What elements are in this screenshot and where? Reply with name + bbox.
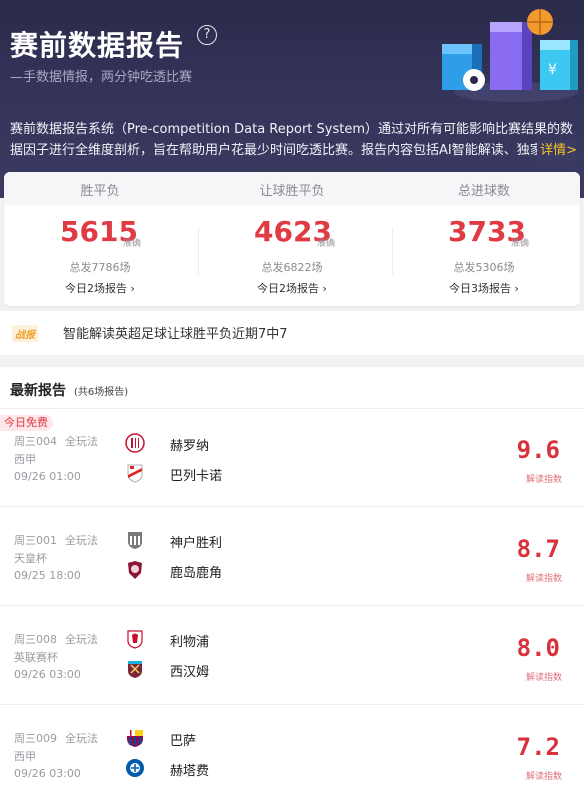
girona-crest-icon xyxy=(125,433,145,453)
details-link[interactable]: 详情> xyxy=(537,140,577,161)
system-description: 赛前数据报告系统（Pre-competition Data Report Sys… xyxy=(10,122,573,158)
team-name: 赫塔费 xyxy=(170,764,210,779)
team-name: 巴萨 xyxy=(170,734,197,749)
interpretation-score: 8.7 xyxy=(516,535,560,563)
match-league: 天皇杯 xyxy=(14,552,47,565)
svg-text:¥: ¥ xyxy=(548,62,557,78)
match-row[interactable]: 周三001 全玩法 天皇杯 09/25 18:00 神户胜利 鹿岛鹿角 8.7 … xyxy=(0,508,584,606)
stat-today-link[interactable]: 今日2场报告 › xyxy=(196,280,388,296)
match-row[interactable]: 今日免费 周三004 全玩法 西甲 09/26 01:00 赫罗纳 巴列卡诺 9… xyxy=(0,409,584,507)
interpretation-score: 7.2 xyxy=(516,733,560,761)
news-ticker[interactable]: 战报 智能解读英超足球让球胜平负近期7中7 xyxy=(0,311,584,355)
section-title: 最新报告 xyxy=(10,383,66,399)
match-time: 09/26 01:00 xyxy=(14,470,81,483)
team-name: 巴列卡诺 xyxy=(170,469,223,484)
stat-unit: 准确 xyxy=(511,239,530,249)
stats-illustration-icon: ¥ xyxy=(442,9,578,102)
match-play-type: 全玩法 xyxy=(65,534,98,547)
match-league: 西甲 xyxy=(14,453,36,466)
chevron-right-icon: › xyxy=(130,282,135,295)
team-name: 利物浦 xyxy=(170,635,210,650)
interpretation-score-label: 解读指数 xyxy=(525,772,562,782)
match-league: 英联赛杯 xyxy=(14,651,58,664)
team-name: 神户胜利 xyxy=(170,536,223,551)
stat-win-draw-lose: 胜平负 5615 准确 总发7786场 今日2场报告 › xyxy=(4,172,196,306)
stat-unit: 准确 xyxy=(317,239,336,249)
team-name: 西汉姆 xyxy=(170,665,210,680)
page-header: 赛前数据报告 ? —手数据情报，两分钟吃透比赛 ¥ 赛前数据报告系统（Pre-c… xyxy=(0,0,584,198)
match-code: 周三004 xyxy=(14,435,57,448)
help-icon[interactable]: ? xyxy=(197,25,217,45)
stat-total: 总发7786场 xyxy=(69,261,131,274)
team-name: 鹿岛鹿角 xyxy=(170,566,223,581)
match-play-type: 全玩法 xyxy=(65,732,98,745)
kashima-antlers-crest-icon xyxy=(128,561,142,579)
match-play-type: 全玩法 xyxy=(65,633,98,646)
getafe-crest-icon xyxy=(126,759,144,777)
stat-today-label: 今日2场报告 xyxy=(65,282,128,295)
news-text[interactable]: 智能解读英超足球让球胜平负近期7中7 xyxy=(63,323,288,342)
match-code: 周三009 xyxy=(14,732,57,745)
news-tag: 战报 xyxy=(12,325,38,342)
interpretation-score-label: 解读指数 xyxy=(525,475,562,485)
stat-total-goals: 总进球数 3733 准确 总发5306场 今日3场报告 › xyxy=(388,172,580,306)
free-today-badge: 今日免费 xyxy=(0,415,53,431)
accuracy-stats-card: 胜平负 5615 准确 总发7786场 今日2场报告 › 让球胜平负 4623 … xyxy=(4,172,580,306)
match-row[interactable]: 周三009 全玩法 西甲 09/26 03:00 巴萨 赫塔费 7.2 解读指数 xyxy=(0,706,584,797)
match-code: 周三008 xyxy=(14,633,57,646)
latest-reports-section: 最新报告 (共6场报告) 今日免费 周三004 全玩法 西甲 09/26 01:… xyxy=(0,367,584,797)
report-count: (共6场报告) xyxy=(74,387,129,398)
match-time: 09/26 03:00 xyxy=(14,668,81,681)
page-title: 赛前数据报告 xyxy=(10,29,185,62)
west-ham-crest-icon xyxy=(128,661,142,678)
chevron-right-icon: › xyxy=(322,282,327,295)
stat-label: 让球胜平负 xyxy=(259,184,325,199)
match-time: 09/25 18:00 xyxy=(14,569,81,582)
chevron-right-icon: › xyxy=(514,282,519,295)
stat-label: 胜平负 xyxy=(80,184,120,199)
stat-today-label: 今日2场报告 xyxy=(257,282,320,295)
page-subtitle: —手数据情报，两分钟吃透比赛 xyxy=(10,70,193,85)
interpretation-score-label: 解读指数 xyxy=(525,673,562,683)
stat-today-label: 今日3场报告 xyxy=(449,282,512,295)
match-time: 09/26 03:00 xyxy=(14,767,81,780)
interpretation-score-label: 解读指数 xyxy=(525,574,562,584)
stat-handicap: 让球胜平负 4623 准确 总发6822场 今日2场报告 › xyxy=(196,172,388,306)
match-code: 周三001 xyxy=(14,534,57,547)
barcelona-crest-icon xyxy=(127,730,143,747)
stat-label: 总进球数 xyxy=(457,184,510,199)
stat-total: 总发5306场 xyxy=(453,261,515,274)
rayo-vallecano-crest-icon xyxy=(127,464,143,483)
latest-reports-header: 最新报告 (共6场报告) xyxy=(0,367,584,409)
interpretation-score: 9.6 xyxy=(516,436,560,464)
match-row[interactable]: 周三008 全玩法 英联赛杯 09/26 03:00 利物浦 西汉姆 8.0 解… xyxy=(0,607,584,705)
stat-today-link[interactable]: 今日3场报告 › xyxy=(388,280,580,296)
stat-today-link[interactable]: 今日2场报告 › xyxy=(4,280,196,296)
interpretation-score: 8.0 xyxy=(516,634,560,662)
vissel-kobe-crest-icon xyxy=(128,532,142,549)
match-play-type: 全玩法 xyxy=(65,435,98,448)
team-name: 赫罗纳 xyxy=(170,439,210,454)
stat-total: 总发6822场 xyxy=(261,261,323,274)
stat-unit: 准确 xyxy=(123,239,142,249)
match-league: 西甲 xyxy=(14,750,36,763)
liverpool-crest-icon xyxy=(127,630,143,649)
